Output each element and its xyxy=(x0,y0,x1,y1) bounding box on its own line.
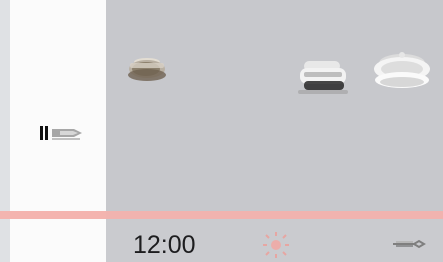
plate-icon[interactable] xyxy=(368,49,436,101)
pot-icon[interactable] xyxy=(120,53,174,87)
accent-line xyxy=(0,211,443,219)
sun-icon[interactable] xyxy=(260,231,292,259)
wrench-icon[interactable] xyxy=(390,235,428,253)
sidebar xyxy=(10,0,116,262)
clock-time: 12:00 xyxy=(133,231,196,259)
rice-cooker-icon[interactable] xyxy=(296,54,352,98)
input-arrow-icon[interactable] xyxy=(40,121,84,145)
screen-left-edge xyxy=(0,0,10,262)
device-screen: 12:00 xyxy=(0,0,443,262)
